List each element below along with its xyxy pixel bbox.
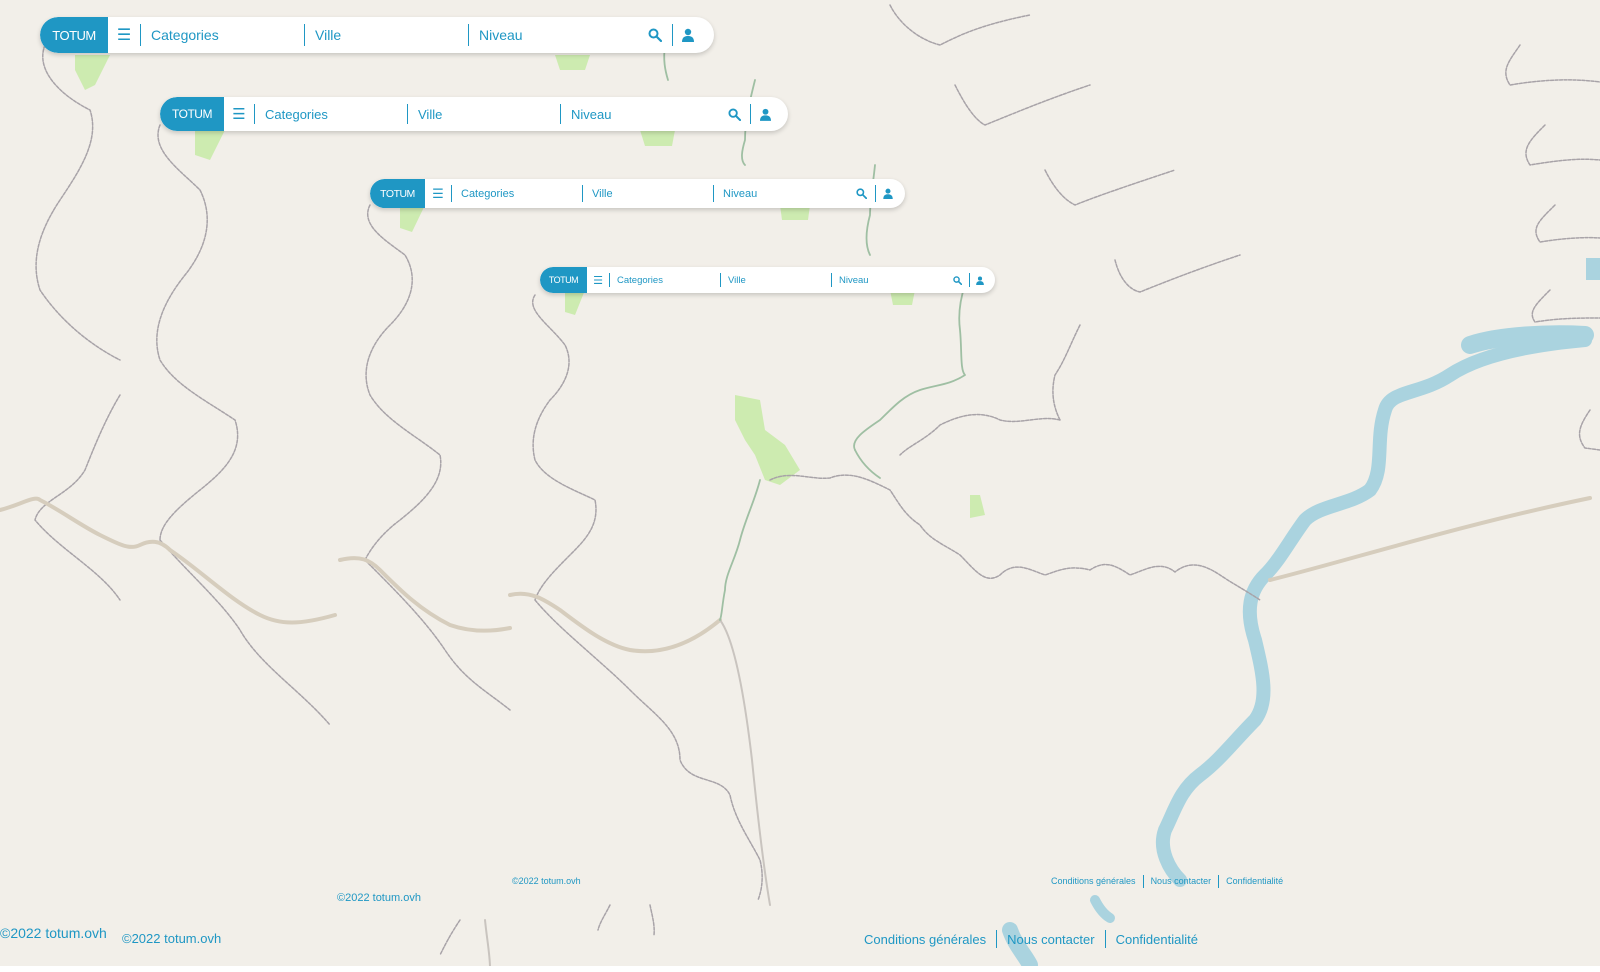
categories-field[interactable]: Categories: [610, 267, 720, 293]
menu-icon[interactable]: ☰: [587, 267, 609, 293]
privacy-link[interactable]: Confidentialité: [1116, 932, 1198, 947]
park: [970, 495, 985, 518]
divider: [1218, 874, 1220, 888]
menu-icon[interactable]: ☰: [108, 17, 140, 53]
niveau-field[interactable]: Niveau: [469, 17, 644, 53]
divider: [1104, 930, 1106, 948]
river-edge: [1586, 258, 1600, 280]
ville-field[interactable]: Ville: [305, 17, 468, 53]
footer-links: Conditions générales Nous contacter Conf…: [864, 929, 1198, 949]
categories-field[interactable]: Categories: [141, 17, 304, 53]
brand-logo[interactable]: TOTUM: [160, 97, 224, 131]
park: [75, 55, 110, 90]
copyright-text: ©2022 totum.ovh: [512, 876, 581, 886]
search-bar: TOTUM ☰ Categories Ville Niveau: [370, 179, 905, 208]
niveau-field[interactable]: Niveau: [561, 97, 724, 131]
divider: [996, 930, 998, 948]
conditions-link[interactable]: Conditions générales: [864, 932, 986, 947]
user-icon[interactable]: [673, 17, 703, 53]
user-icon[interactable]: [876, 179, 900, 208]
search-icon[interactable]: [950, 267, 965, 293]
park: [640, 130, 675, 146]
divider: [1142, 874, 1144, 888]
ville-field[interactable]: Ville: [721, 267, 831, 293]
park: [735, 395, 800, 485]
user-icon[interactable]: [970, 267, 990, 293]
search-icon[interactable]: [852, 179, 870, 208]
search-bar: TOTUM ☰ Categories Ville Niveau: [40, 17, 714, 53]
contact-link[interactable]: Nous contacter: [1007, 932, 1094, 947]
copyright-text: ©2022 totum.ovh: [0, 925, 107, 941]
search-icon[interactable]: [724, 97, 744, 131]
niveau-field[interactable]: Niveau: [832, 267, 950, 293]
river-mouth-2: [1090, 895, 1115, 923]
categories-field[interactable]: Categories: [452, 179, 582, 208]
ville-field[interactable]: Ville: [583, 179, 713, 208]
search-icon[interactable]: [644, 17, 666, 53]
ville-field[interactable]: Ville: [408, 97, 560, 131]
park: [400, 205, 425, 232]
park: [555, 55, 590, 70]
search-bar: TOTUM ☰ Categories Ville Niveau: [160, 97, 788, 131]
copyright-text: ©2022 totum.ovh: [337, 892, 421, 904]
niveau-field[interactable]: Niveau: [714, 179, 852, 208]
menu-icon[interactable]: ☰: [224, 97, 254, 131]
map-background[interactable]: [0, 0, 1600, 972]
park: [195, 130, 225, 160]
footer-links: Conditions générales Nous contacter Conf…: [1051, 874, 1283, 888]
contact-link[interactable]: Nous contacter: [1151, 876, 1212, 886]
copyright-text: ©2022 totum.ovh: [122, 931, 222, 946]
bottom-strip: [0, 966, 1600, 972]
park: [565, 290, 585, 315]
menu-icon[interactable]: ☰: [425, 179, 451, 208]
river: [1155, 333, 1592, 887]
brand-logo[interactable]: TOTUM: [540, 267, 587, 293]
privacy-link[interactable]: Confidentialité: [1226, 876, 1283, 886]
user-icon[interactable]: [751, 97, 779, 131]
categories-field[interactable]: Categories: [255, 97, 407, 131]
conditions-link[interactable]: Conditions générales: [1051, 876, 1136, 886]
search-bar: TOTUM ☰ Categories Ville Niveau: [540, 267, 995, 293]
brand-logo[interactable]: TOTUM: [370, 179, 425, 208]
brand-logo[interactable]: TOTUM: [40, 17, 108, 53]
